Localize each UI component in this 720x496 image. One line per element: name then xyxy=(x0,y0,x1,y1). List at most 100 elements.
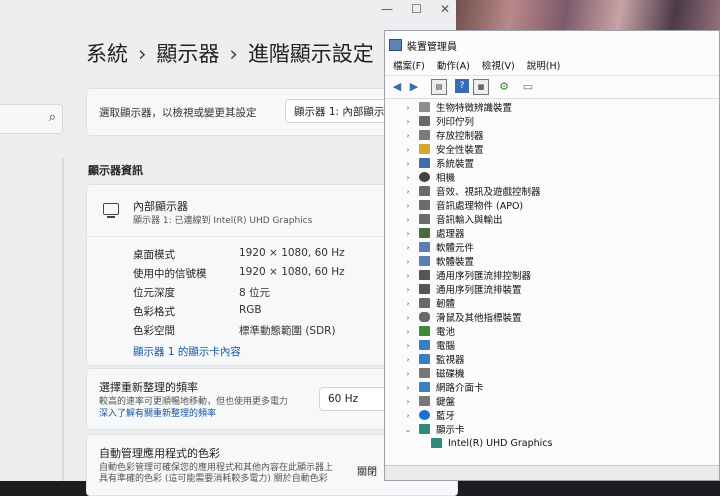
tree-item-label: 系統裝置 xyxy=(436,159,475,170)
breadcrumb-system[interactable]: 系統 xyxy=(86,42,128,66)
chevron-right-icon[interactable]: › xyxy=(403,201,413,210)
tree-item-label: 音訊處理物件 (APO) xyxy=(436,201,524,212)
tree-item[interactable]: › 鍵盤 xyxy=(403,394,455,408)
breadcrumb-display[interactable]: 顯示器 xyxy=(156,42,219,66)
menu-view[interactable]: 檢視(V) xyxy=(482,58,515,72)
software-component-icon xyxy=(419,242,430,252)
close-icon[interactable]: ✕ xyxy=(440,2,450,16)
chevron-right-icon[interactable]: › xyxy=(403,285,413,294)
tree-item[interactable]: › 相機 xyxy=(403,170,455,184)
chevron-right-icon[interactable]: › xyxy=(403,411,413,420)
properties-icon[interactable]: ▤ xyxy=(431,79,447,95)
tree-item[interactable]: › 磁碟機 xyxy=(403,366,465,380)
tree-child-item[interactable]: Intel(R) UHD Graphics xyxy=(425,436,552,450)
menu-action[interactable]: 動作(A) xyxy=(437,58,470,72)
chevron-right-icon[interactable]: › xyxy=(403,257,413,266)
processor-icon xyxy=(419,228,430,238)
tree-item[interactable]: › 處理器 xyxy=(403,226,465,240)
toolbar: ◀ ▶ ▤ ? ▦ ⚙ ▭ xyxy=(385,75,719,99)
tree-item-label: 生物特徵辨識裝置 xyxy=(436,103,513,114)
tree-item[interactable]: › 系統裝置 xyxy=(403,156,474,170)
section-title: 顯示器資訊 xyxy=(88,164,143,177)
refresh-learn-more-link[interactable]: 深入了解有關重新整理的頻率 xyxy=(99,406,216,419)
usb-icon xyxy=(419,270,430,280)
tree-item[interactable]: › 軟體裝置 xyxy=(403,254,474,268)
info-value: 1920 × 1080, 60 Hz xyxy=(239,266,345,278)
tree-item-label: 滑鼠及其他指標裝置 xyxy=(436,313,522,324)
tree-item[interactable]: › 電池 xyxy=(403,324,455,338)
tree-item-label: 列印佇列 xyxy=(436,117,475,128)
chevron-right-icon: › xyxy=(229,42,238,66)
tree-item[interactable]: › 監視器 xyxy=(403,352,465,366)
camera-icon xyxy=(419,172,430,182)
tree-item[interactable]: › 存放控制器 xyxy=(403,128,484,142)
tree-item-label: 韌體 xyxy=(436,299,456,310)
chevron-right-icon[interactable]: › xyxy=(403,103,413,112)
tree-item[interactable]: › 通用序列匯流排裝置 xyxy=(403,282,522,296)
network-adapter-icon xyxy=(419,382,430,392)
tree-item-label: 軟體元件 xyxy=(436,243,475,254)
tree-item[interactable]: › 音訊輸入與輸出 xyxy=(403,212,503,226)
device-manager-window: 裝置管理員 檔案(F) 動作(A) 檢視(V) 說明(H) ◀ ▶ ▤ ? ▦ … xyxy=(384,30,720,481)
tree-item[interactable]: › 列印佇列 xyxy=(403,114,474,128)
adapter-properties-link[interactable]: 顯示器 1 的顯示卡內容 xyxy=(133,344,241,359)
chevron-right-icon[interactable]: › xyxy=(403,243,413,252)
tree-item-label: 電池 xyxy=(436,327,456,338)
firmware-icon xyxy=(419,298,430,308)
chevron-down-icon[interactable]: ⌄ xyxy=(403,425,413,434)
device-category-icon xyxy=(419,102,430,112)
chevron-right-icon[interactable]: › xyxy=(403,159,413,168)
tree-item[interactable]: › 音訊處理物件 (APO) xyxy=(403,198,523,212)
tree-item[interactable]: › 韌體 xyxy=(403,296,455,310)
tree-item[interactable]: › 藍牙 xyxy=(403,408,455,422)
chevron-right-icon[interactable]: › xyxy=(403,131,413,140)
tree-item[interactable]: › 網路介面卡 xyxy=(403,380,484,394)
scan-hardware-icon[interactable]: ⚙ xyxy=(497,79,511,93)
computer-icon xyxy=(419,340,430,350)
console-icon[interactable]: ▦ xyxy=(473,79,489,95)
chevron-right-icon[interactable]: › xyxy=(403,271,413,280)
chevron-right-icon[interactable]: › xyxy=(403,215,413,224)
printer-icon xyxy=(419,116,430,126)
sound-icon xyxy=(419,200,430,210)
maximize-icon[interactable]: ☐ xyxy=(411,2,422,16)
chevron-right-icon[interactable]: › xyxy=(403,341,413,350)
security-device-icon xyxy=(419,144,430,154)
chevron-right-icon[interactable]: › xyxy=(403,355,413,364)
sound-icon xyxy=(419,214,430,224)
usb-icon xyxy=(419,284,430,294)
tree-item[interactable]: › 電腦 xyxy=(403,338,455,352)
tree-item-label: 磁碟機 xyxy=(436,369,465,380)
chevron-right-icon[interactable]: › xyxy=(403,397,413,406)
chevron-right-icon[interactable]: › xyxy=(403,299,413,308)
minimize-icon[interactable]: — xyxy=(381,2,393,16)
auto-color-toggle[interactable]: 關閉 xyxy=(357,463,377,478)
tree-item[interactable]: › 安全性裝置 xyxy=(403,142,484,156)
chevron-right-icon[interactable]: › xyxy=(403,145,413,154)
forward-icon[interactable]: ▶ xyxy=(407,79,421,93)
tree-item[interactable]: › 滑鼠及其他指標裝置 xyxy=(403,310,522,324)
info-label: 位元深度 xyxy=(133,287,175,299)
chevron-right-icon[interactable]: › xyxy=(403,369,413,378)
tree-item[interactable]: › 軟體元件 xyxy=(403,240,474,254)
tree-item[interactable]: › 音效、視訊及遊戲控制器 xyxy=(403,184,541,198)
tree-item[interactable]: › 生物特徵辨識裝置 xyxy=(403,100,512,114)
chevron-right-icon[interactable]: › xyxy=(403,187,413,196)
chevron-right-icon[interactable]: › xyxy=(403,313,413,322)
chevron-right-icon[interactable]: › xyxy=(403,229,413,238)
chevron-right-icon[interactable]: › xyxy=(403,383,413,392)
menu-file[interactable]: 檔案(F) xyxy=(393,58,425,72)
sound-icon xyxy=(419,186,430,196)
refresh-rate-dropdown[interactable]: 60 Hz xyxy=(319,387,389,411)
search-input[interactable]: ⌕ xyxy=(0,104,63,134)
chevron-right-icon[interactable]: › xyxy=(403,173,413,182)
back-icon[interactable]: ◀ xyxy=(390,79,404,93)
chevron-right-icon[interactable]: › xyxy=(403,327,413,336)
monitor-icon[interactable]: ▭ xyxy=(521,79,535,93)
tree-item-expanded[interactable]: ⌄ 顯示卡 xyxy=(403,422,465,436)
software-device-icon xyxy=(419,256,430,266)
chevron-right-icon[interactable]: › xyxy=(403,117,413,126)
help-icon[interactable]: ? xyxy=(455,79,469,93)
menu-help[interactable]: 說明(H) xyxy=(527,58,561,72)
tree-item[interactable]: › 通用序列匯流排控制器 xyxy=(403,268,531,282)
